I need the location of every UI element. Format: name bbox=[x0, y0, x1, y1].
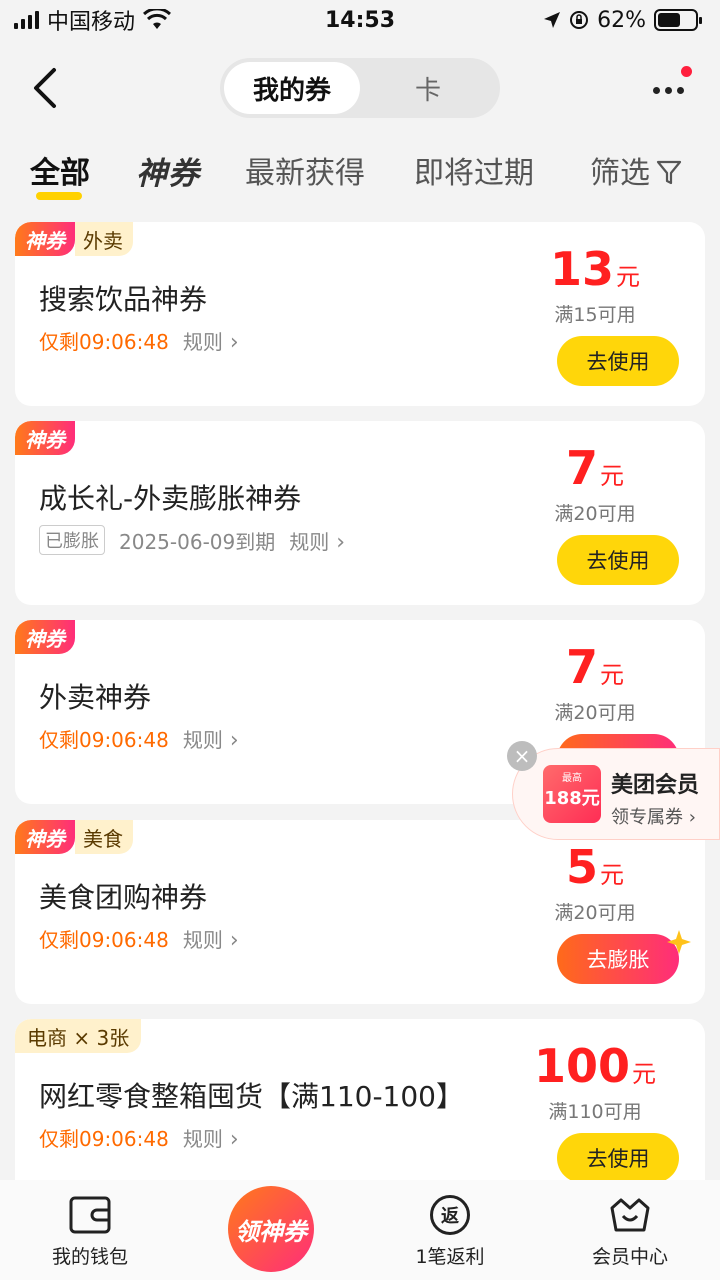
category-badge: 电商 × 3张 bbox=[15, 1019, 142, 1053]
expire-date: 2025-06-09到期 bbox=[119, 529, 276, 554]
countdown-text: 仅剩09:06:48 bbox=[39, 1127, 169, 1151]
crown-basket-icon bbox=[610, 1198, 650, 1232]
coupon-value: 13元 满15可用 bbox=[525, 244, 665, 327]
chevron-left-icon bbox=[34, 68, 56, 108]
orientation-lock-icon bbox=[570, 11, 589, 29]
battery-icon bbox=[654, 9, 702, 31]
battery-percent: 62% bbox=[597, 7, 646, 33]
rule-link[interactable]: 规则 bbox=[183, 326, 239, 355]
more-icon bbox=[652, 86, 660, 94]
location-arrow-icon bbox=[544, 12, 561, 28]
shen-badge: 神券 bbox=[15, 620, 75, 654]
rule-link[interactable]: 规则 bbox=[183, 924, 239, 953]
bottom-nav: 我的钱包 领神券 返 1笔返利 会员中心 bbox=[0, 1180, 720, 1280]
coupon-amount: 7 bbox=[565, 441, 598, 495]
filter-label: 筛选 bbox=[590, 156, 650, 191]
coupon-title: 美食团购神券 bbox=[39, 881, 208, 914]
sparkle-icon bbox=[667, 930, 691, 954]
use-button[interactable]: 去使用 bbox=[557, 336, 679, 386]
status-bar: 中国移动 14:53 62% bbox=[0, 0, 720, 40]
coupon-condition: 满15可用 bbox=[554, 304, 636, 326]
coupon-title: 搜索饮品神券 bbox=[39, 283, 208, 316]
coupon-card[interactable]: 神券 外卖 搜索饮品神券 仅剩09:06:48 规则 13元 满15可用 去使用 bbox=[15, 222, 705, 406]
tab-filter[interactable]: 筛选 bbox=[590, 148, 682, 192]
tab-expiring[interactable]: 即将过期 bbox=[414, 148, 534, 192]
notification-dot bbox=[681, 66, 692, 77]
ticket-amount: 188元 bbox=[544, 788, 600, 809]
countdown-text: 仅剩09:06:48 bbox=[39, 928, 169, 952]
use-button[interactable]: 去使用 bbox=[557, 535, 679, 585]
expanded-tag: 已膨胀 bbox=[39, 525, 105, 555]
coupon-value: 5元 满20可用 bbox=[525, 842, 665, 925]
filter-tabs: 全部 神券 最新获得 即将过期 筛选 bbox=[0, 140, 720, 210]
get-shen-coupon-button[interactable]: 领神券 bbox=[228, 1186, 314, 1272]
coupon-title: 外卖神券 bbox=[39, 681, 152, 714]
close-icon[interactable]: × bbox=[507, 741, 537, 771]
signal-icon bbox=[14, 11, 39, 29]
back-button[interactable] bbox=[26, 64, 66, 112]
coupon-unit: 元 bbox=[632, 1060, 657, 1088]
coupon-unit: 元 bbox=[616, 263, 640, 291]
carrier-label: 中国移动 bbox=[47, 10, 136, 35]
nav-cashback[interactable]: 返 1笔返利 bbox=[370, 1194, 530, 1269]
rule-link[interactable]: 规则 bbox=[289, 526, 345, 555]
nav-bar: 我的券 卡 bbox=[0, 48, 720, 128]
category-badge: 外卖 bbox=[75, 222, 133, 256]
expand-button[interactable]: 去膨胀 bbox=[557, 934, 679, 984]
seg-cards[interactable]: 卡 bbox=[360, 62, 496, 114]
wifi-icon bbox=[143, 9, 172, 29]
active-tab-indicator bbox=[36, 192, 82, 200]
countdown-text: 仅剩09:06:48 bbox=[39, 330, 169, 354]
shen-badge: 神券 bbox=[15, 222, 75, 256]
tab-shen-coupon[interactable]: 神券 bbox=[136, 148, 200, 193]
coupon-card[interactable]: 神券 成长礼-外卖膨胀神券 已膨胀 2025-06-09到期 规则 7元 满20… bbox=[15, 421, 705, 605]
coupon-value: 7元 满20可用 bbox=[525, 443, 665, 526]
coupon-title: 成长礼-外卖膨胀神券 bbox=[39, 482, 302, 515]
coupon-unit: 元 bbox=[600, 462, 624, 490]
seg-my-coupons[interactable]: 我的券 bbox=[224, 62, 360, 114]
more-button[interactable] bbox=[646, 66, 692, 110]
segmented-control: 我的券 卡 bbox=[220, 58, 500, 118]
coupon-value: 100元 满110可用 bbox=[525, 1041, 665, 1124]
shen-badge: 神券 bbox=[15, 421, 75, 455]
coupon-condition: 满110可用 bbox=[548, 1101, 642, 1123]
wallet-label: 我的钱包 bbox=[51, 1246, 128, 1268]
rule-link[interactable]: 规则 bbox=[183, 724, 239, 753]
rule-link[interactable]: 规则 bbox=[183, 1123, 239, 1152]
ticket-small-label: 最高 bbox=[562, 773, 582, 784]
countdown-text: 仅剩09:06:48 bbox=[39, 728, 169, 752]
coupon-unit: 元 bbox=[600, 661, 624, 689]
coupon-condition: 满20可用 bbox=[554, 702, 636, 724]
coupon-card[interactable]: 神券 美食 美食团购神券 仅剩09:06:48 规则 5元 满20可用 去膨胀 bbox=[15, 820, 705, 1004]
coupon-value: 7元 满20可用 bbox=[525, 642, 665, 725]
promo-title: 美团会员 bbox=[611, 773, 700, 798]
tab-all[interactable]: 全部 bbox=[30, 148, 90, 192]
coupon-title: 网红零食整箱囤货【满110-100】 bbox=[39, 1080, 464, 1113]
coupon-amount: 100 bbox=[533, 1039, 631, 1093]
nav-wallet[interactable]: 我的钱包 bbox=[10, 1194, 170, 1269]
cashback-icon: 返 bbox=[430, 1195, 470, 1235]
coupon-condition: 满20可用 bbox=[554, 503, 636, 525]
use-button[interactable]: 去使用 bbox=[557, 1133, 679, 1183]
member-center-label: 会员中心 bbox=[591, 1246, 668, 1268]
member-promo-float[interactable]: × 最高 188元 美团会员 领专属券 › bbox=[507, 741, 720, 840]
coupon-unit: 元 bbox=[600, 861, 624, 889]
shen-badge: 神券 bbox=[15, 820, 75, 854]
promo-subtitle: 领专属券 › bbox=[611, 807, 696, 828]
coupon-condition: 满20可用 bbox=[554, 902, 636, 924]
coupon-amount: 5 bbox=[565, 840, 598, 894]
cashback-label: 1笔返利 bbox=[415, 1246, 485, 1268]
member-ticket-icon: 最高 188元 bbox=[543, 765, 601, 823]
tab-newest[interactable]: 最新获得 bbox=[245, 148, 365, 192]
coupon-amount: 7 bbox=[565, 640, 598, 694]
wallet-icon bbox=[69, 1196, 111, 1234]
coupon-amount: 13 bbox=[549, 242, 614, 296]
coupon-card[interactable]: 电商 × 3张 网红零食整箱囤货【满110-100】 仅剩09:06:48 规则… bbox=[15, 1019, 705, 1203]
category-badge: 美食 bbox=[75, 820, 133, 854]
funnel-icon bbox=[656, 160, 682, 185]
nav-member-center[interactable]: 会员中心 bbox=[550, 1194, 710, 1269]
